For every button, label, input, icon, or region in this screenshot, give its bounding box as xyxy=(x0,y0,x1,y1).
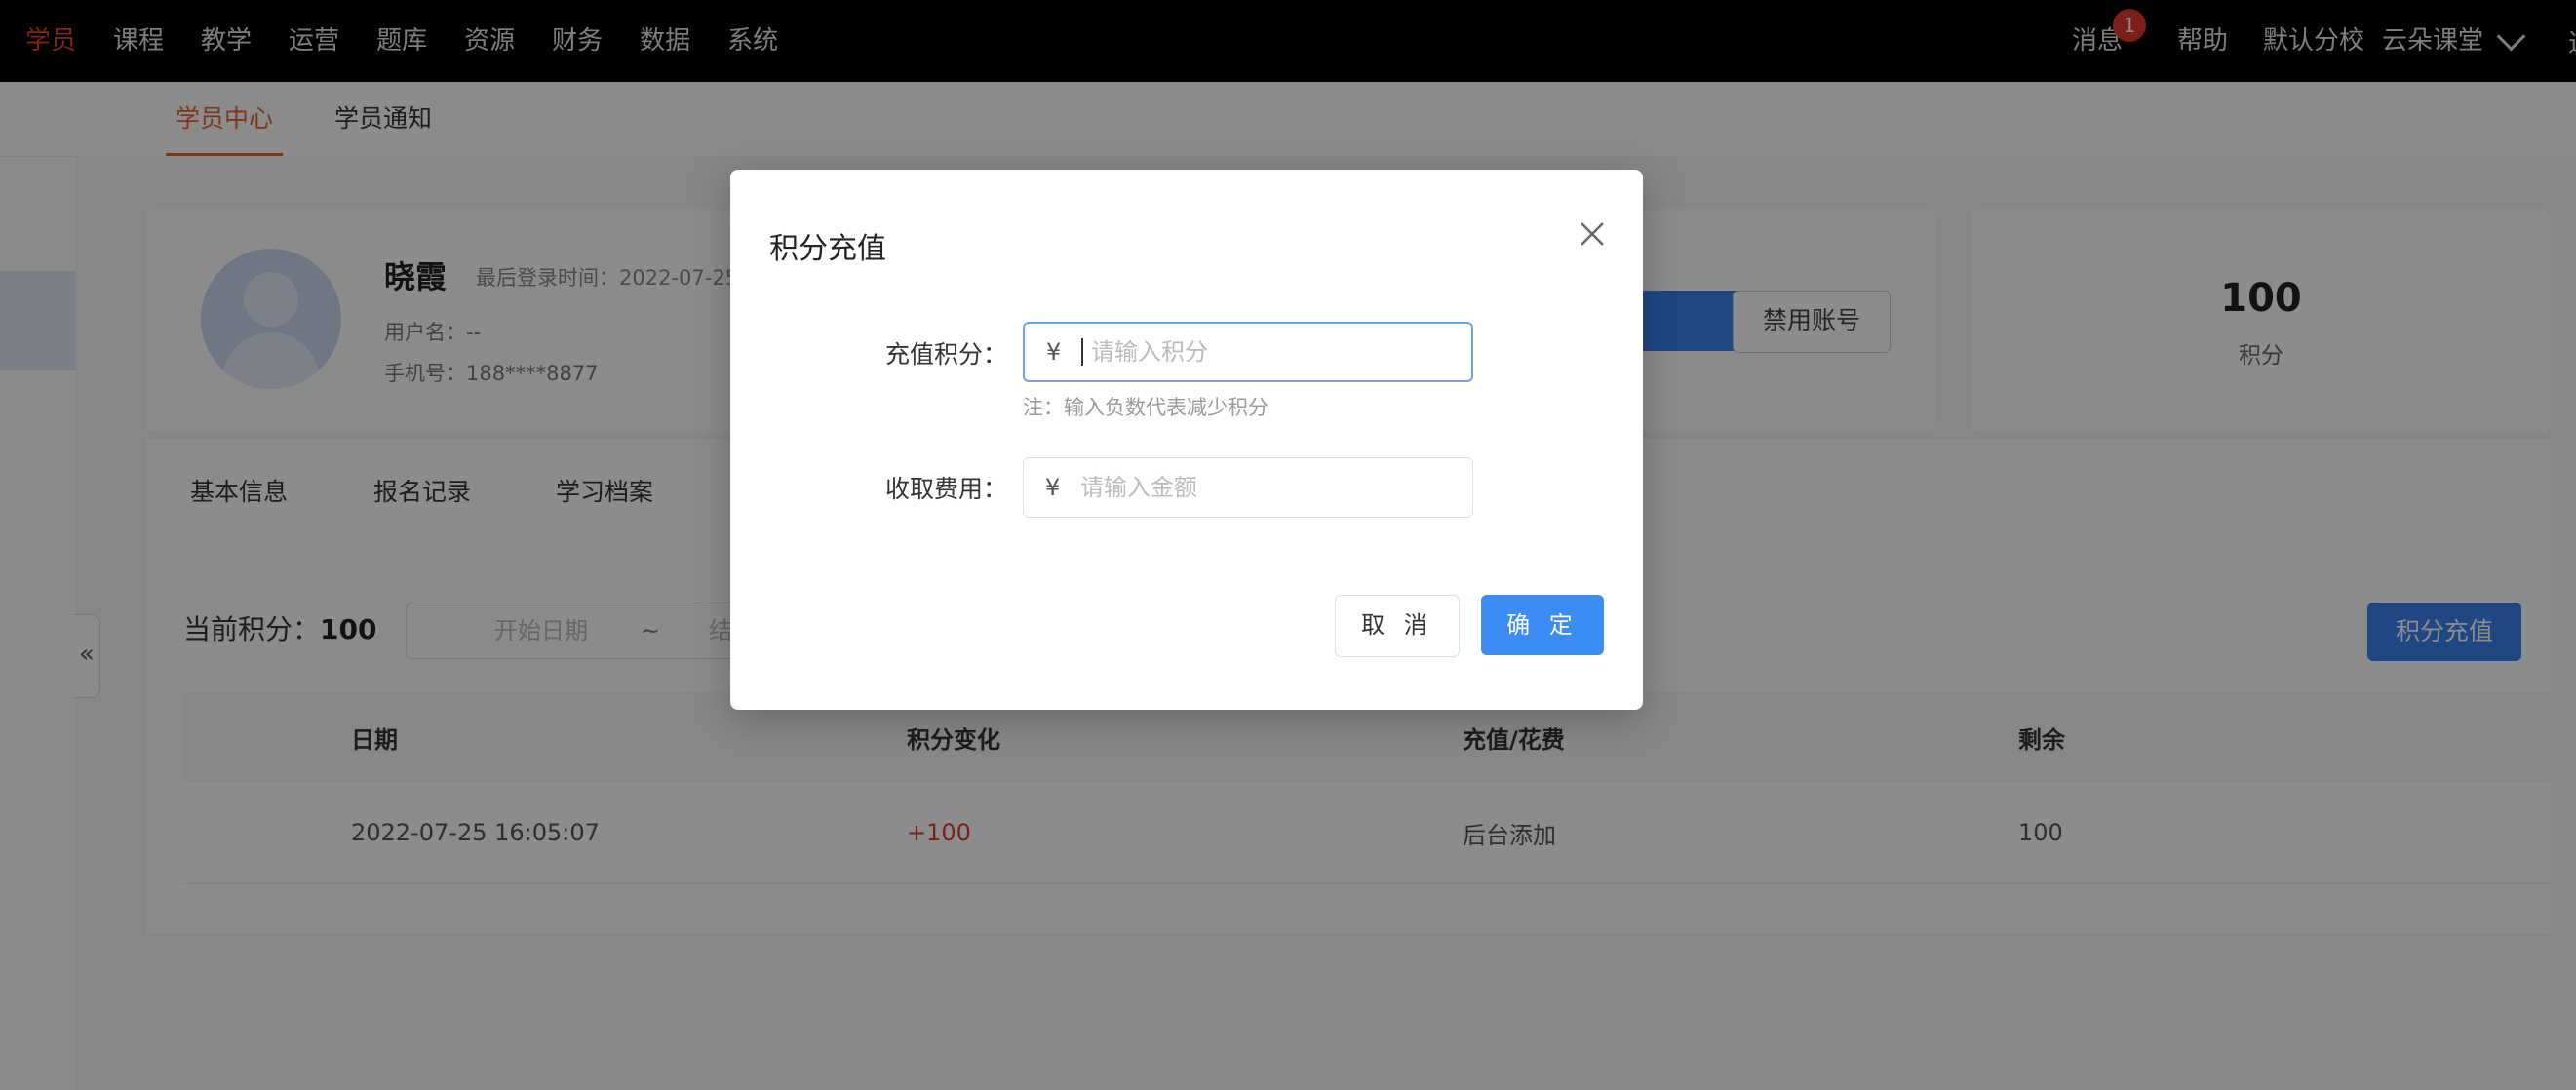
recharge-points-dialog: 积分充值 充值积分： ¥ 注：输入负数代表减少积分 收取费用： ¥ 取 消 确 … xyxy=(730,170,1643,710)
points-input[interactable] xyxy=(1089,337,1444,367)
points-prefix: ¥ xyxy=(1046,338,1062,366)
close-icon[interactable] xyxy=(1577,218,1608,250)
points-field-label: 充值积分： xyxy=(884,340,1007,369)
points-field[interactable]: ¥ xyxy=(1023,322,1473,382)
fee-field-label: 收取费用： xyxy=(884,475,1007,503)
points-note: 注：输入负数代表减少积分 xyxy=(1023,396,1268,419)
fee-prefix: ¥ xyxy=(1045,474,1061,501)
fee-input[interactable] xyxy=(1078,473,1433,502)
text-caret xyxy=(1081,338,1083,366)
confirm-button[interactable]: 确 定 xyxy=(1481,595,1604,655)
fee-field[interactable]: ¥ xyxy=(1023,457,1473,518)
dialog-title: 积分充值 xyxy=(769,232,886,266)
cancel-button[interactable]: 取 消 xyxy=(1335,595,1460,657)
